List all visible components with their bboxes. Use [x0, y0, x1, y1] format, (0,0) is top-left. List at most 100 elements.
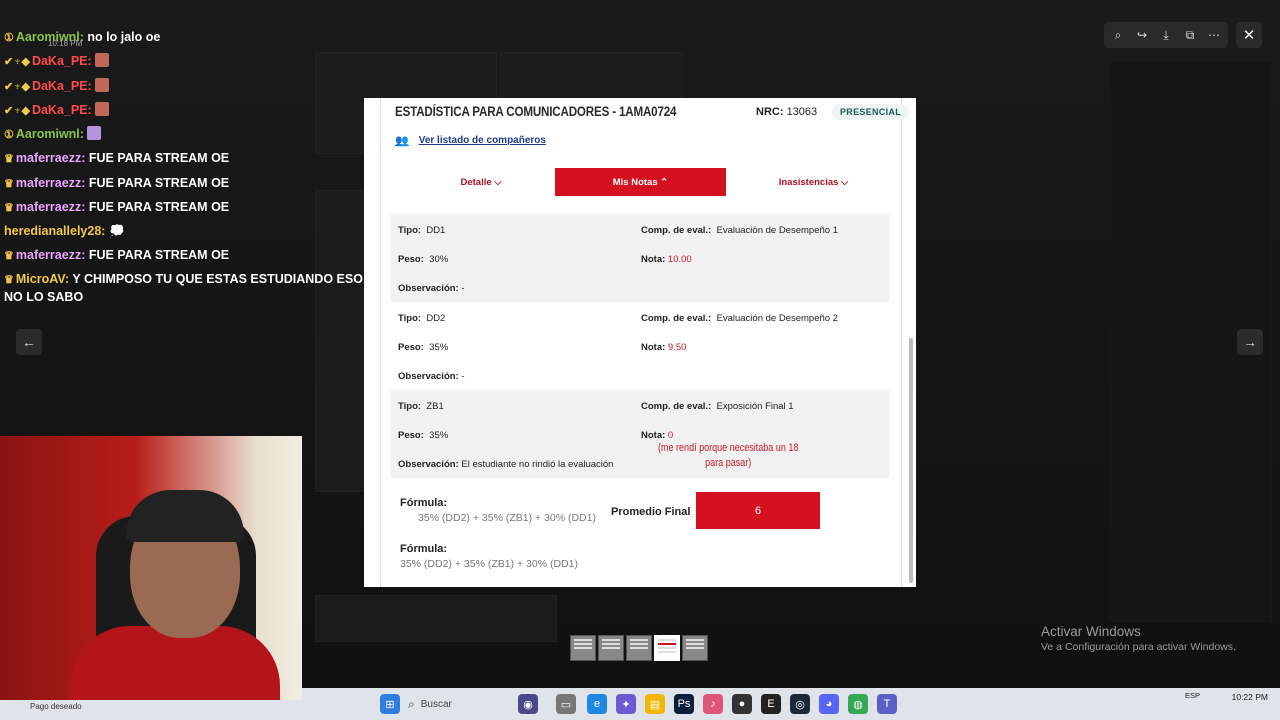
chat-timestamp: 10:18 PM — [48, 39, 83, 48]
obs-label: Observación: — [398, 371, 459, 382]
user-badge-icon: ♛ — [4, 249, 14, 262]
promedio-value: 6 — [696, 492, 820, 529]
tipo-label: Tipo: — [398, 225, 422, 236]
emote-icon — [95, 77, 110, 92]
formula-label: Fórmula: — [400, 543, 448, 555]
thumbnail-active[interactable] — [654, 635, 680, 661]
steam-icon[interactable]: ◎ — [790, 694, 810, 714]
chat-username[interactable]: MicroAV: — [16, 272, 69, 286]
previous-arrow-icon[interactable]: ← — [16, 329, 42, 355]
teams-icon[interactable]: T — [877, 694, 897, 714]
chat-username[interactable]: maferraezz: — [16, 176, 85, 190]
discord-icon[interactable]: ◕ — [819, 694, 839, 714]
obs-value: - — [461, 283, 465, 294]
obs-value: El estudiante no rindió la evaluación — [461, 459, 614, 470]
chat-text: FUE PARA STREAM OE — [88, 247, 230, 262]
windows-start-icon[interactable]: ⊞ — [380, 694, 400, 714]
folder-icon[interactable]: ▤ — [645, 694, 665, 714]
photoshop-icon[interactable]: Ps — [674, 694, 694, 714]
peso-value: 35% — [429, 342, 449, 353]
chat-username[interactable]: maferraezz: — [16, 248, 85, 262]
comp-label: Comp. de eval.: — [641, 225, 712, 236]
chat-username[interactable]: DaKa_PE: — [32, 79, 92, 93]
thumbnail[interactable] — [682, 635, 708, 661]
tab-bar: Detalle ⌵ Mis Notas ⌃ Inasistencias ⌵ — [381, 168, 901, 196]
more-icon[interactable]: ⋯ — [1204, 25, 1224, 45]
search-icon: ⌕ — [408, 696, 415, 711]
chat-username[interactable]: maferraezz: — [16, 151, 85, 165]
share-icon[interactable]: ↪ — [1132, 25, 1152, 45]
language-indicator[interactable]: ESP — [1185, 691, 1200, 700]
comp-field: Comp. de eval.: Evaluación de Desempeño … — [641, 313, 838, 324]
scrollbar[interactable] — [909, 338, 913, 583]
grades-page: ESTADÍSTICA PARA COMUNICADORES - 1AMA072… — [380, 98, 910, 587]
tab-inasistencias[interactable]: Inasistencias ⌵ — [751, 168, 876, 196]
webcam-feed — [0, 436, 302, 700]
peso-label: Peso: — [398, 254, 424, 265]
thumbnail[interactable] — [626, 635, 652, 661]
thumbnail[interactable] — [570, 635, 596, 661]
chat-message: ① Aaromiwnl: — [4, 123, 364, 147]
download-icon[interactable]: ⤓ — [1156, 25, 1176, 45]
tipo-field: Tipo: DD2 — [398, 313, 445, 324]
chat-username[interactable]: Aaromiwnl: — [16, 127, 84, 141]
peso-label: Peso: — [398, 342, 424, 353]
next-arrow-icon[interactable]: → — [1237, 329, 1263, 355]
chat-message: ♛ maferraezz: FUE PARA STREAM OE — [4, 196, 364, 220]
edge-icon[interactable]: e — [587, 694, 607, 714]
formula-label: Fórmula: — [400, 497, 448, 509]
task-view-icon[interactable]: ▭ — [556, 694, 576, 714]
tipo-value: DD1 — [426, 225, 446, 236]
user-badge-icon: ♛ — [4, 273, 14, 286]
grades-list: Tipo: DD1 Peso: 30% Observación: - Comp.… — [391, 214, 889, 478]
thumbnail[interactable] — [598, 635, 624, 661]
taskbar: ⊞ ⌕ Buscar ◉ ▭ e ✦ ▤ Ps ♪ ● E ◎ ◕ ◍ T ES… — [302, 688, 1280, 720]
note-line: (me rendí porque necesitaba un 18 — [658, 442, 799, 454]
epic-games-icon[interactable]: E — [761, 694, 781, 714]
grade-row: Tipo: DD1 Peso: 30% Observación: - Comp.… — [391, 214, 889, 302]
app-icon[interactable]: ● — [732, 694, 752, 714]
close-icon[interactable]: ✕ — [1236, 22, 1262, 48]
taskbar-search[interactable]: ⌕ Buscar — [408, 693, 506, 715]
nrc: NRC: 13063 — [756, 106, 817, 118]
system-clock[interactable]: 10:22 PM — [1232, 691, 1268, 703]
chat-text: FUE PARA STREAM OE — [88, 175, 230, 190]
zoom-icon[interactable]: ⌕ — [1108, 25, 1128, 45]
chrome-icon[interactable]: ◍ — [848, 694, 868, 714]
background-panel — [315, 595, 557, 642]
status-text: Pago deseado — [30, 702, 82, 711]
obs-field: Observación: - — [398, 283, 465, 294]
course-title: ESTADÍSTICA PARA COMUNICADORES - 1AMA072… — [395, 104, 677, 119]
thumbnail-strip — [570, 635, 708, 661]
tab-detalle[interactable]: Detalle ⌵ — [421, 168, 541, 196]
chat-message: ♛ maferraezz: FUE PARA STREAM OE — [4, 244, 364, 268]
user-badge-icon: ✔♆◆ — [4, 56, 30, 69]
comp-label: Comp. de eval.: — [641, 313, 712, 324]
chat-username[interactable]: maferraezz: — [16, 200, 85, 214]
user-badge-icon: ✔♆◆ — [4, 80, 30, 93]
chat-message: ♛ maferraezz: FUE PARA STREAM OE — [4, 147, 364, 171]
chat-message: ♛ maferraezz: FUE PARA STREAM OE — [4, 172, 364, 196]
nota-label: Nota: — [641, 254, 666, 265]
open-icon[interactable]: ⧉ — [1180, 25, 1200, 45]
obs-label: Observación: — [398, 459, 459, 470]
user-badge-icon: ♛ — [4, 202, 14, 215]
peso-value: 35% — [429, 430, 449, 441]
peso-field: Peso: 35% — [398, 342, 448, 353]
copilot-icon[interactable]: ✦ — [616, 694, 636, 714]
companions-link[interactable]: Ver listado de compañeros — [419, 135, 546, 146]
tab-mis-notas[interactable]: Mis Notas ⌃ — [555, 168, 726, 196]
peso-field: Peso: 35% — [398, 430, 448, 441]
note-line: para pasar) — [705, 457, 752, 469]
chat-username[interactable]: DaKa_PE: — [32, 103, 92, 117]
comp-value: Evaluación de Desempeño 1 — [716, 225, 838, 236]
music-icon[interactable]: ♪ — [703, 694, 723, 714]
widget-icon[interactable]: ◉ — [518, 694, 538, 714]
handwritten-note: (me rendí porque necesitaba un 18 para p… — [658, 441, 798, 471]
users-icon: 👥 — [395, 135, 409, 147]
nota-label: Nota: — [641, 430, 666, 441]
chat-username[interactable]: heredianallely28: — [4, 224, 105, 238]
chat-username[interactable]: DaKa_PE: — [32, 54, 92, 68]
comp-value: Exposición Final 1 — [716, 401, 794, 412]
user-badge-icon: ♛ — [4, 153, 14, 166]
